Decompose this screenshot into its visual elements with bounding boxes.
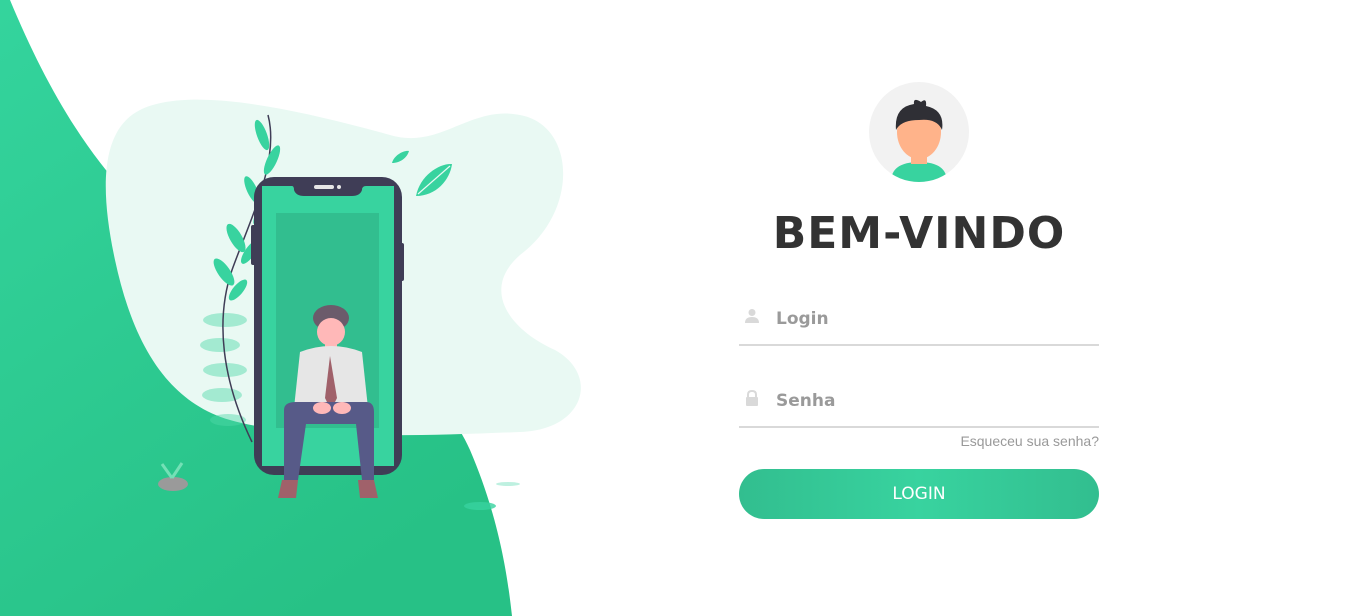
login-illustration [105, 99, 581, 510]
grass-tufts [464, 482, 520, 510]
welcome-heading: BEM-VINDO [772, 208, 1066, 259]
rock-sprout [158, 462, 188, 491]
password-field[interactable] [739, 380, 1099, 428]
lock-icon [746, 390, 758, 406]
password-input[interactable] [774, 384, 1098, 418]
avatar-icon [869, 82, 969, 182]
username-input[interactable] [774, 302, 1098, 336]
username-field[interactable] [739, 298, 1099, 346]
login-button[interactable]: LOGIN [739, 469, 1099, 519]
forgot-password-link[interactable]: Esqueceu sua senha? [960, 433, 1099, 449]
user-icon [745, 309, 759, 323]
